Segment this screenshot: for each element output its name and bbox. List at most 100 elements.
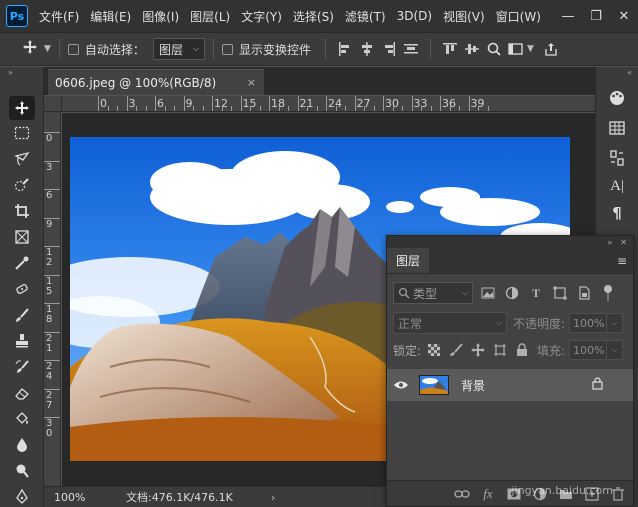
marquee-tool-icon[interactable] [9, 121, 35, 145]
pen-tool-icon[interactable] [9, 485, 35, 507]
eye-icon[interactable] [387, 380, 415, 390]
layer-name[interactable]: 背景 [461, 377, 485, 394]
tab-layers[interactable]: 图层 [387, 248, 430, 273]
chevron-down-icon: ⌵ [495, 318, 502, 327]
ruler-minor-tick [307, 106, 308, 111]
shape-filter-icon[interactable] [551, 284, 569, 302]
move-tool-preset-icon[interactable] [22, 39, 38, 59]
close-button[interactable]: ✕ [610, 2, 638, 30]
quick-selection-tool-icon[interactable] [9, 173, 35, 197]
collapse-panel-icon[interactable]: » [607, 238, 612, 247]
distribute-vertical-icon[interactable] [400, 38, 422, 60]
menu-3d[interactable]: 3D(D) [397, 9, 432, 23]
link-layers-icon[interactable] [453, 485, 471, 503]
menu-edit[interactable]: 编辑(E) [90, 8, 131, 25]
menu-view[interactable]: 视图(V) [443, 8, 485, 25]
type-filter-icon[interactable]: T [527, 284, 545, 302]
align-vertical-centers-icon[interactable] [461, 38, 483, 60]
crop-tool-icon[interactable] [9, 199, 35, 223]
ruler-major-tick [44, 388, 60, 390]
filter-type-dropdown[interactable]: 类型 ⌵ [393, 282, 473, 304]
chevron-down-icon[interactable]: ⌵ [607, 313, 624, 333]
ruler-label: 3 [128, 97, 136, 110]
pixel-filter-icon[interactable] [479, 284, 497, 302]
adjustment-filter-icon[interactable] [503, 284, 521, 302]
chevron-right-icon[interactable]: › [271, 491, 275, 504]
new-group-icon[interactable] [557, 485, 575, 503]
ruler-label: 0 [46, 133, 53, 144]
menu-bar: Ps 文件(F) 编辑(E) 图像(I) 图层(L) 文字(Y) 选择(S) 滤… [0, 0, 638, 32]
align-right-edges-icon[interactable] [378, 38, 400, 60]
new-adjustment-layer-icon[interactable] [531, 485, 549, 503]
show-transform-checkbox[interactable] [221, 43, 233, 55]
menu-layer[interactable]: 图层(L) [190, 8, 230, 25]
minimize-button[interactable]: — [554, 2, 582, 30]
ruler-label: 1 8 [46, 304, 53, 325]
eraser-tool-icon[interactable] [9, 381, 35, 405]
fill-field[interactable]: 100% [569, 340, 608, 360]
eyedropper-tool-icon[interactable] [9, 251, 35, 275]
document-tab-bar: 0606.jpeg @ 100%(RGB/8) × [44, 67, 595, 95]
vertical-ruler[interactable]: 03691 21 51 82 12 42 73 0 [44, 112, 61, 486]
ruler-label: 1 5 [46, 275, 53, 297]
chevron-down-icon[interactable]: ⌵ [607, 340, 624, 360]
move-tool-icon[interactable] [9, 96, 35, 120]
healing-brush-tool-icon[interactable] [9, 277, 35, 301]
clone-stamp-tool-icon[interactable] [9, 329, 35, 353]
close-panel-icon[interactable]: ✕ [620, 238, 627, 247]
lock-all-icon[interactable] [513, 341, 531, 359]
chevron-down-icon[interactable]: ▼ [44, 44, 51, 54]
brush-tool-icon[interactable] [9, 303, 35, 327]
lasso-tool-icon[interactable] [9, 147, 35, 171]
ruler-label: 6 [157, 97, 164, 110]
character-panel-icon[interactable]: A| [605, 175, 629, 197]
filter-toggle-icon[interactable] [599, 284, 617, 302]
adjustments-panel-icon[interactable] [605, 147, 629, 169]
new-layer-icon[interactable] [583, 485, 601, 503]
auto-select-target-dropdown[interactable]: 图层 ⌵ [152, 38, 205, 60]
ruler-minor-tick [335, 106, 337, 111]
menu-filter[interactable]: 滤镜(T) [345, 8, 386, 25]
opacity-field[interactable]: 100% [569, 313, 608, 333]
auto-select-checkbox[interactable] [67, 43, 79, 55]
smart-object-filter-icon[interactable] [575, 284, 593, 302]
blend-mode-dropdown[interactable]: 正常 ⌵ [393, 312, 507, 334]
dodge-tool-icon[interactable] [9, 459, 35, 483]
menu-select[interactable]: 选择(S) [293, 8, 334, 25]
search-icon[interactable] [483, 38, 505, 60]
lock-position-icon[interactable] [469, 341, 487, 359]
chevron-down-icon[interactable]: ▼ [527, 44, 534, 54]
horizontal-ruler[interactable]: 0 3 6 9 12 15 18 21 24 27 30 33 36 39 [62, 96, 595, 112]
expand-panels-icon[interactable]: « [596, 67, 638, 79]
align-horizontal-centers-icon[interactable] [356, 38, 378, 60]
menu-image[interactable]: 图像(I) [142, 8, 179, 25]
menu-type[interactable]: 文字(Y) [241, 8, 282, 25]
menu-window[interactable]: 窗口(W) [496, 8, 541, 25]
paragraph-panel-icon[interactable]: ¶ [605, 202, 629, 224]
color-panel-icon[interactable] [605, 87, 629, 109]
paint-bucket-tool-icon[interactable] [9, 407, 35, 431]
frame-tool-icon[interactable] [9, 225, 35, 249]
layer-style-icon[interactable]: fx [479, 485, 497, 503]
blur-tool-icon[interactable] [9, 433, 35, 457]
zoom-field[interactable]: 100% [44, 491, 94, 504]
delete-layer-icon[interactable] [609, 485, 627, 503]
close-icon[interactable]: × [247, 76, 256, 89]
history-brush-tool-icon[interactable] [9, 355, 35, 379]
swatches-panel-icon[interactable] [605, 117, 629, 139]
panel-menu-icon[interactable]: ≡ [617, 254, 627, 268]
layer-row-background[interactable]: 背景 [387, 369, 633, 401]
lock-image-pixels-icon[interactable] [447, 341, 465, 359]
align-top-edges-icon[interactable] [439, 38, 461, 60]
lock-artboard-icon[interactable] [491, 341, 509, 359]
workspace-icon[interactable] [505, 38, 527, 60]
ruler-minor-tick [288, 106, 289, 111]
lock-transparent-pixels-icon[interactable] [425, 341, 443, 359]
ruler-minor-tick [164, 106, 166, 111]
align-left-edges-icon[interactable] [334, 38, 356, 60]
share-icon[interactable] [540, 38, 562, 60]
add-mask-icon[interactable] [505, 485, 523, 503]
document-tab[interactable]: 0606.jpeg @ 100%(RGB/8) × [48, 69, 264, 95]
restore-button[interactable]: ❐ [582, 2, 610, 30]
menu-file[interactable]: 文件(F) [39, 8, 79, 25]
